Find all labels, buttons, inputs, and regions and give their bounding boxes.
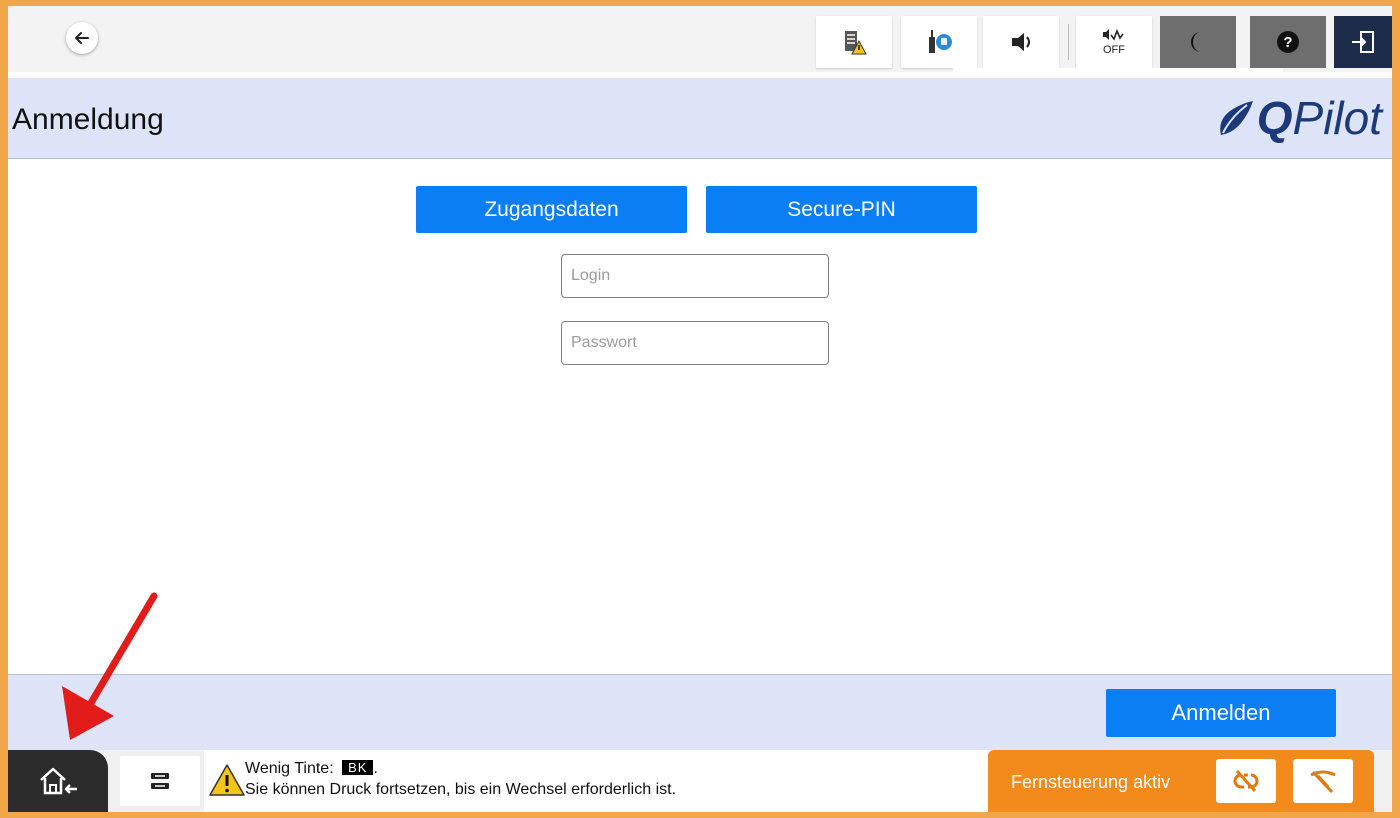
speaker-button[interactable]: [983, 16, 1059, 68]
logout-button[interactable]: [1334, 16, 1392, 68]
password-input[interactable]: [561, 321, 829, 365]
anmelden-button[interactable]: Anmelden: [1106, 689, 1336, 737]
ink-color-badge: BK: [342, 760, 374, 775]
help-icon: ?: [1277, 31, 1299, 53]
moon-icon: [1191, 32, 1201, 52]
logout-icon: [1352, 31, 1374, 53]
page-title: Anmeldung: [12, 103, 164, 136]
help-button[interactable]: ?: [1250, 16, 1326, 68]
status-separator: [1068, 24, 1069, 60]
back-button[interactable]: [66, 22, 98, 54]
status-bar: OFF ?: [8, 6, 1392, 72]
home-icon: [40, 767, 77, 795]
sound-off-button[interactable]: OFF: [1076, 16, 1152, 68]
low-ink-period: .: [373, 760, 378, 777]
qpilot-logo: Q Pilot: [1211, 94, 1382, 142]
arrow-left-icon: [75, 32, 89, 44]
logo-q: Q: [1256, 92, 1293, 144]
network-status-button[interactable]: [901, 16, 977, 68]
network-status-icon: [929, 30, 952, 53]
hide-view-button[interactable]: [1293, 759, 1353, 803]
unlink-icon: [1233, 769, 1259, 793]
annotation-arrow-icon: [62, 592, 158, 740]
status-message-line2: Sie können Druck fortsetzen, bis ein Wec…: [245, 781, 677, 798]
tab-secure-pin[interactable]: Secure-PIN: [706, 186, 977, 233]
sound-off-label: OFF: [1103, 44, 1125, 56]
eye-off-icon: [1310, 770, 1336, 794]
disconnect-remote-button[interactable]: [1216, 759, 1276, 803]
sound-off-icon: OFF: [1103, 28, 1125, 56]
page-header: Anmeldung Q Pilot: [8, 78, 1392, 159]
device-warning-icon: [845, 31, 867, 55]
home-button[interactable]: [8, 750, 108, 812]
status-message-line1: Wenig Tinte: BK.: [245, 760, 378, 778]
remote-control-label: Fernsteuerung aktiv: [1011, 772, 1171, 792]
logo-pilot: Pilot: [1292, 92, 1382, 144]
printer-screen: OFF ? Anmeldung Q Pilot Zugangsdaten Sec…: [8, 6, 1392, 812]
status-bar-underline: [953, 68, 1283, 78]
job-list-icon: [151, 773, 169, 789]
warning-icon: [209, 764, 245, 796]
login-input[interactable]: [561, 254, 829, 298]
speaker-icon: [1012, 33, 1030, 51]
svg-text:?: ?: [1283, 34, 1292, 51]
device-warning-button[interactable]: [816, 16, 892, 68]
job-status-button[interactable]: [120, 756, 200, 806]
tab-zugangsdaten[interactable]: Zugangsdaten: [416, 186, 687, 233]
low-ink-text: Wenig Tinte:: [245, 760, 334, 777]
leaf-logo-icon: [1219, 101, 1253, 135]
sleep-mode-button[interactable]: [1160, 16, 1236, 68]
